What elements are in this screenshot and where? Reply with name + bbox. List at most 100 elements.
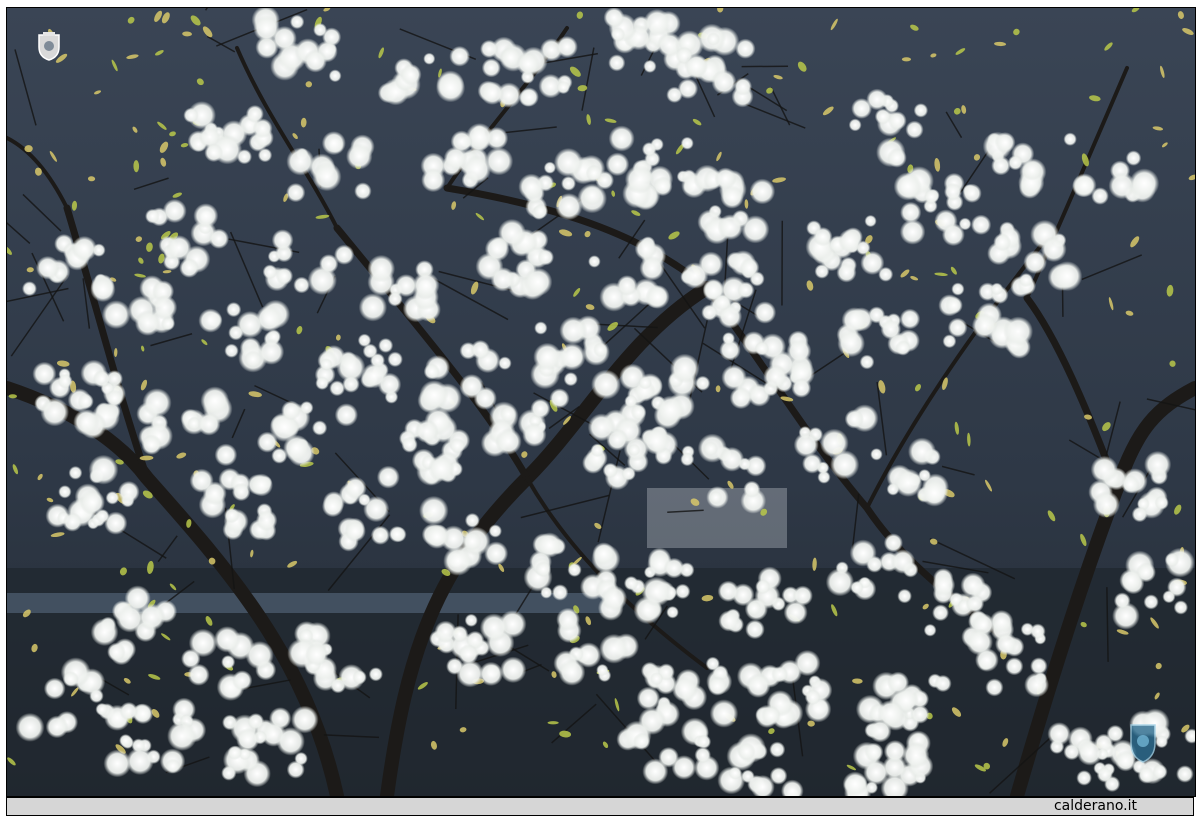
blossom — [1024, 672, 1050, 698]
blossom — [484, 236, 510, 262]
blossom — [588, 255, 601, 268]
blossom — [887, 671, 910, 694]
blossom — [200, 386, 230, 416]
blossom — [1052, 261, 1083, 292]
blossom — [498, 356, 512, 370]
blossom — [844, 409, 864, 429]
blossom — [920, 479, 949, 507]
blossom — [551, 584, 569, 601]
blossom — [126, 747, 154, 776]
blossom — [419, 380, 449, 410]
blossom — [890, 549, 916, 574]
blossom — [733, 77, 753, 96]
blossom — [275, 267, 294, 285]
blossom — [134, 310, 161, 336]
blossom — [535, 561, 552, 578]
blossom — [286, 182, 306, 203]
blossom — [312, 420, 328, 436]
blossom — [913, 103, 929, 118]
blossom — [717, 580, 740, 602]
blossom — [45, 715, 69, 739]
blossom — [255, 509, 278, 532]
blossom — [315, 376, 330, 390]
blossom — [183, 107, 199, 123]
blossom — [628, 443, 641, 457]
blossom — [993, 233, 1012, 252]
site-caption: calderano.it — [1053, 798, 1137, 814]
blossom — [559, 316, 588, 345]
blossom — [1113, 592, 1131, 610]
blossom — [947, 317, 968, 338]
blossom — [737, 742, 756, 761]
blossom — [1063, 132, 1077, 146]
blossom — [582, 185, 603, 206]
blossom — [88, 454, 119, 485]
blossom — [1154, 495, 1169, 510]
blossom — [719, 446, 745, 472]
blossom — [905, 120, 924, 139]
blossom — [960, 572, 986, 598]
blossom — [1129, 168, 1160, 199]
blossom — [842, 771, 868, 796]
blossom — [585, 164, 603, 182]
blossom — [378, 337, 394, 353]
blossom-scene — [7, 8, 1195, 796]
blossom — [435, 73, 466, 103]
blossom — [642, 427, 671, 455]
blossom — [591, 369, 621, 400]
blossom — [587, 413, 616, 442]
blossom — [859, 354, 875, 370]
blossom — [62, 671, 79, 688]
blossom — [556, 607, 580, 632]
blossom — [721, 364, 747, 391]
blossom — [221, 765, 237, 781]
blossom — [281, 400, 302, 421]
blossom — [1131, 506, 1148, 523]
blossom — [1144, 450, 1172, 479]
blossom — [427, 455, 455, 482]
blossom — [814, 263, 830, 279]
blossom — [231, 482, 251, 502]
blossom — [245, 104, 264, 123]
blossom — [605, 152, 630, 177]
blossom — [181, 648, 201, 669]
blossom — [346, 143, 373, 170]
blossom — [706, 32, 721, 46]
blossom — [894, 468, 923, 497]
blossom — [887, 147, 907, 168]
blossom — [105, 490, 120, 505]
blossom — [208, 228, 230, 249]
blossom — [451, 625, 469, 643]
blossom — [1164, 552, 1180, 568]
blossom — [943, 182, 962, 201]
blossom — [189, 468, 214, 493]
blossom — [423, 363, 440, 380]
blossom — [836, 262, 857, 283]
blossom — [530, 398, 551, 419]
blossom — [68, 465, 83, 480]
blossom — [1076, 770, 1092, 786]
blossom — [749, 178, 776, 205]
blossom — [71, 235, 98, 262]
blossom — [480, 39, 499, 59]
blossom — [271, 229, 294, 252]
blossom — [1125, 150, 1142, 166]
blossom — [138, 603, 166, 631]
blossom — [419, 495, 449, 526]
blossom — [305, 642, 329, 667]
blossom — [15, 712, 45, 742]
blossom — [464, 512, 480, 528]
blossom — [424, 524, 450, 549]
blossom — [592, 542, 616, 566]
blossom — [245, 640, 274, 670]
blossom — [77, 393, 94, 410]
blossom — [638, 376, 652, 390]
blossom — [825, 567, 855, 597]
blossom — [106, 389, 124, 407]
blossom — [696, 734, 712, 749]
blossom — [523, 267, 553, 297]
blossom — [975, 648, 999, 672]
blossom — [387, 291, 403, 307]
blossom — [630, 404, 647, 421]
blossom — [495, 428, 522, 455]
